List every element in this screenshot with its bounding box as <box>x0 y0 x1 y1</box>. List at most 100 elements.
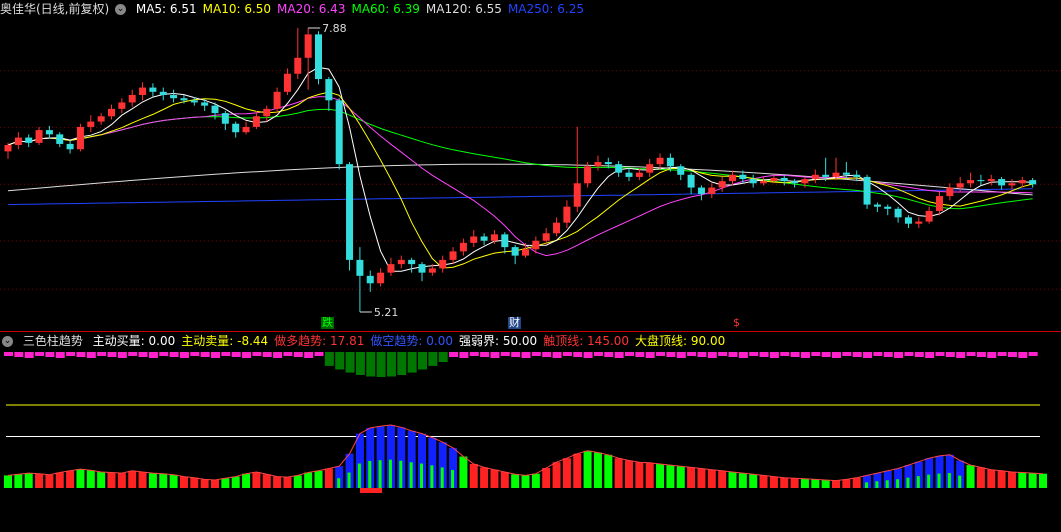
flow-bar-14 <box>148 352 158 358</box>
trend-bar-0 <box>4 475 12 488</box>
trend-bar-81 <box>842 479 851 488</box>
candle-body-49 <box>511 247 519 256</box>
ma250-line <box>7 188 1033 206</box>
trend-bar-50 <box>521 475 530 488</box>
candle-21 <box>221 110 229 131</box>
candle-body-94 <box>977 180 985 182</box>
flow-bar-84 <box>873 352 883 356</box>
candle-body-58 <box>604 162 612 165</box>
candle-13 <box>139 82 147 101</box>
trend-bar-86 <box>894 468 903 488</box>
trend-bar-36 <box>376 426 385 488</box>
trend-bar-28 <box>293 475 302 488</box>
chevron-down-icon[interactable]: ⌄ <box>2 336 13 347</box>
candle-body-35 <box>366 275 374 284</box>
flow-bar-46 <box>480 352 490 357</box>
trend-bar-69 <box>718 470 727 488</box>
flow-bar-44 <box>459 352 469 358</box>
candle-body-99 <box>1029 180 1037 185</box>
candle-body-14 <box>149 87 157 92</box>
trend-bar-58 <box>604 454 613 488</box>
trend-bar-68 <box>707 469 716 488</box>
candle-body-41 <box>428 268 436 273</box>
candle-0 <box>4 142 12 159</box>
candle-65 <box>677 164 685 181</box>
signal-dollar[interactable]: $ <box>732 317 741 329</box>
trend-bar-16 <box>169 474 178 488</box>
trend-inner-92 <box>958 475 962 488</box>
trend-inner-83 <box>865 482 869 488</box>
trend-bar-73 <box>759 475 768 488</box>
flow-bar-40 <box>418 352 427 370</box>
trend-bar-56 <box>583 450 592 488</box>
flow-bar-58 <box>604 352 614 357</box>
trend-bar-32 <box>335 466 344 488</box>
candle-35 <box>366 270 374 292</box>
flow-bar-89 <box>925 352 935 358</box>
trend-bar-77 <box>800 478 809 488</box>
candle-body-77 <box>801 179 809 184</box>
candle-16 <box>170 89 178 103</box>
flow-bar-75 <box>780 352 790 356</box>
trend-bar-60 <box>625 460 633 488</box>
candle-body-37 <box>387 264 395 273</box>
flow-bar-18 <box>190 352 200 356</box>
trend-bar-61 <box>635 462 644 488</box>
candle-2 <box>25 134 33 148</box>
flow-bar-27 <box>283 352 293 356</box>
candle-97 <box>1008 179 1016 190</box>
candle-4 <box>45 125 53 139</box>
candle-body-55 <box>573 183 581 207</box>
candle-body-6 <box>66 143 74 150</box>
signal-finance[interactable]: 财 <box>508 317 521 329</box>
trend-inner-41 <box>430 465 434 488</box>
candle-59 <box>615 160 623 177</box>
candle-25 <box>263 105 271 122</box>
candle-body-92 <box>956 183 964 188</box>
trend-bar-91 <box>945 454 954 488</box>
candle-63 <box>656 153 664 170</box>
candle-body-10 <box>108 108 115 117</box>
flow-bar-77 <box>800 352 810 358</box>
flow-bar-95 <box>987 352 997 358</box>
candle-body-29 <box>304 34 312 58</box>
flow-bar-59 <box>614 352 624 358</box>
candle-body-52 <box>542 233 550 241</box>
flow-bar-92 <box>956 352 966 358</box>
trend-bar-52 <box>542 467 551 488</box>
candle-84 <box>873 202 881 213</box>
trend-bar-93 <box>966 465 975 488</box>
trend-bar-63 <box>656 463 665 488</box>
candle-93 <box>967 172 975 188</box>
flow-bar-19 <box>200 352 210 357</box>
flow-bar-60 <box>625 352 634 356</box>
flow-bar-62 <box>645 352 655 358</box>
trend-bar-57 <box>593 452 602 488</box>
trend-bar-78 <box>811 479 820 488</box>
flow-bar-90 <box>935 352 945 356</box>
trend-bar-94 <box>976 467 985 488</box>
candle-85 <box>884 204 892 216</box>
price-chart[interactable]: 7.88 5.21 <box>0 0 1061 330</box>
flow-bar-28 <box>293 352 303 357</box>
trend-bar-40 <box>418 433 426 488</box>
flow-bar-61 <box>635 352 645 357</box>
trend-bar-51 <box>531 473 540 488</box>
candle-body-36 <box>377 272 385 284</box>
indicator-legend-item-1: 主动卖量: -8.44 <box>181 334 269 348</box>
flow-bar-81 <box>842 352 852 356</box>
candle-54 <box>563 200 571 228</box>
indicator-legend-item-2: 做多趋势: 17.81 <box>274 334 365 348</box>
signal-fall[interactable]: 跌 <box>321 317 334 329</box>
trend-bar-20 <box>211 479 219 488</box>
candle-78 <box>811 169 819 184</box>
candle-80 <box>832 157 840 181</box>
flow-bar-33 <box>345 352 355 373</box>
flow-bar-1 <box>14 352 24 357</box>
candle-86 <box>894 206 902 223</box>
candle-30 <box>315 31 322 85</box>
candle-3 <box>35 126 43 146</box>
candle-70 <box>729 170 736 186</box>
candle-body-4 <box>45 130 53 135</box>
trend-bar-49 <box>511 474 520 488</box>
